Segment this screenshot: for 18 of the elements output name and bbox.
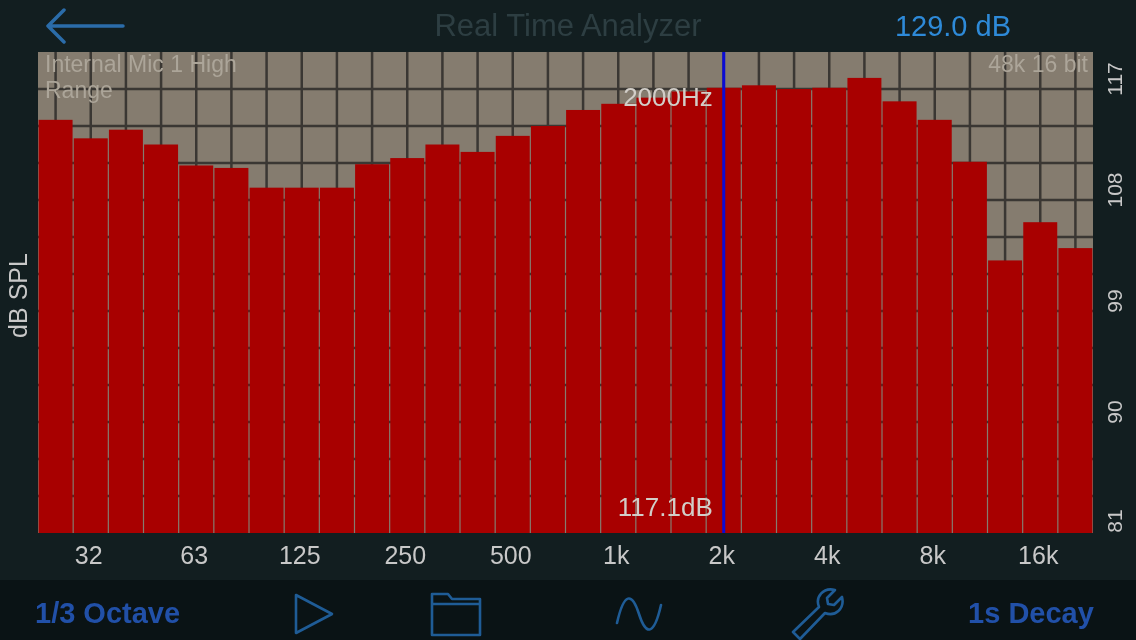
y-axis-tick-label: 81 — [1102, 509, 1126, 533]
y-axis-tick-label: 90 — [1102, 400, 1126, 424]
frequency-tick-label: 500 — [489, 541, 532, 569]
frequency-tick-label: 1k — [603, 541, 630, 569]
frequency-tick-label: 8k — [919, 541, 946, 569]
frequency-tick-label: 32 — [74, 541, 103, 569]
cursor-readout-label: 117.1dB — [617, 492, 713, 522]
frequency-tick-label: 4k — [814, 541, 841, 569]
y-axis-title: dB SPL — [4, 253, 32, 338]
frequency-tick-label: 250 — [384, 541, 427, 569]
frequency-tick-label: 63 — [180, 541, 209, 569]
y-axis-tick-label: 108 — [1102, 172, 1126, 208]
frequency-tick-label: 2k — [708, 541, 735, 569]
frequency-tick-label: 16k — [1018, 541, 1059, 569]
frequency-tick-label: 125 — [278, 541, 321, 569]
y-axis-tick-label: 117 — [1102, 62, 1126, 96]
level-reading: 129.0 dB — [894, 8, 1011, 44]
y-axis-tick-label: 99 — [1102, 289, 1126, 313]
